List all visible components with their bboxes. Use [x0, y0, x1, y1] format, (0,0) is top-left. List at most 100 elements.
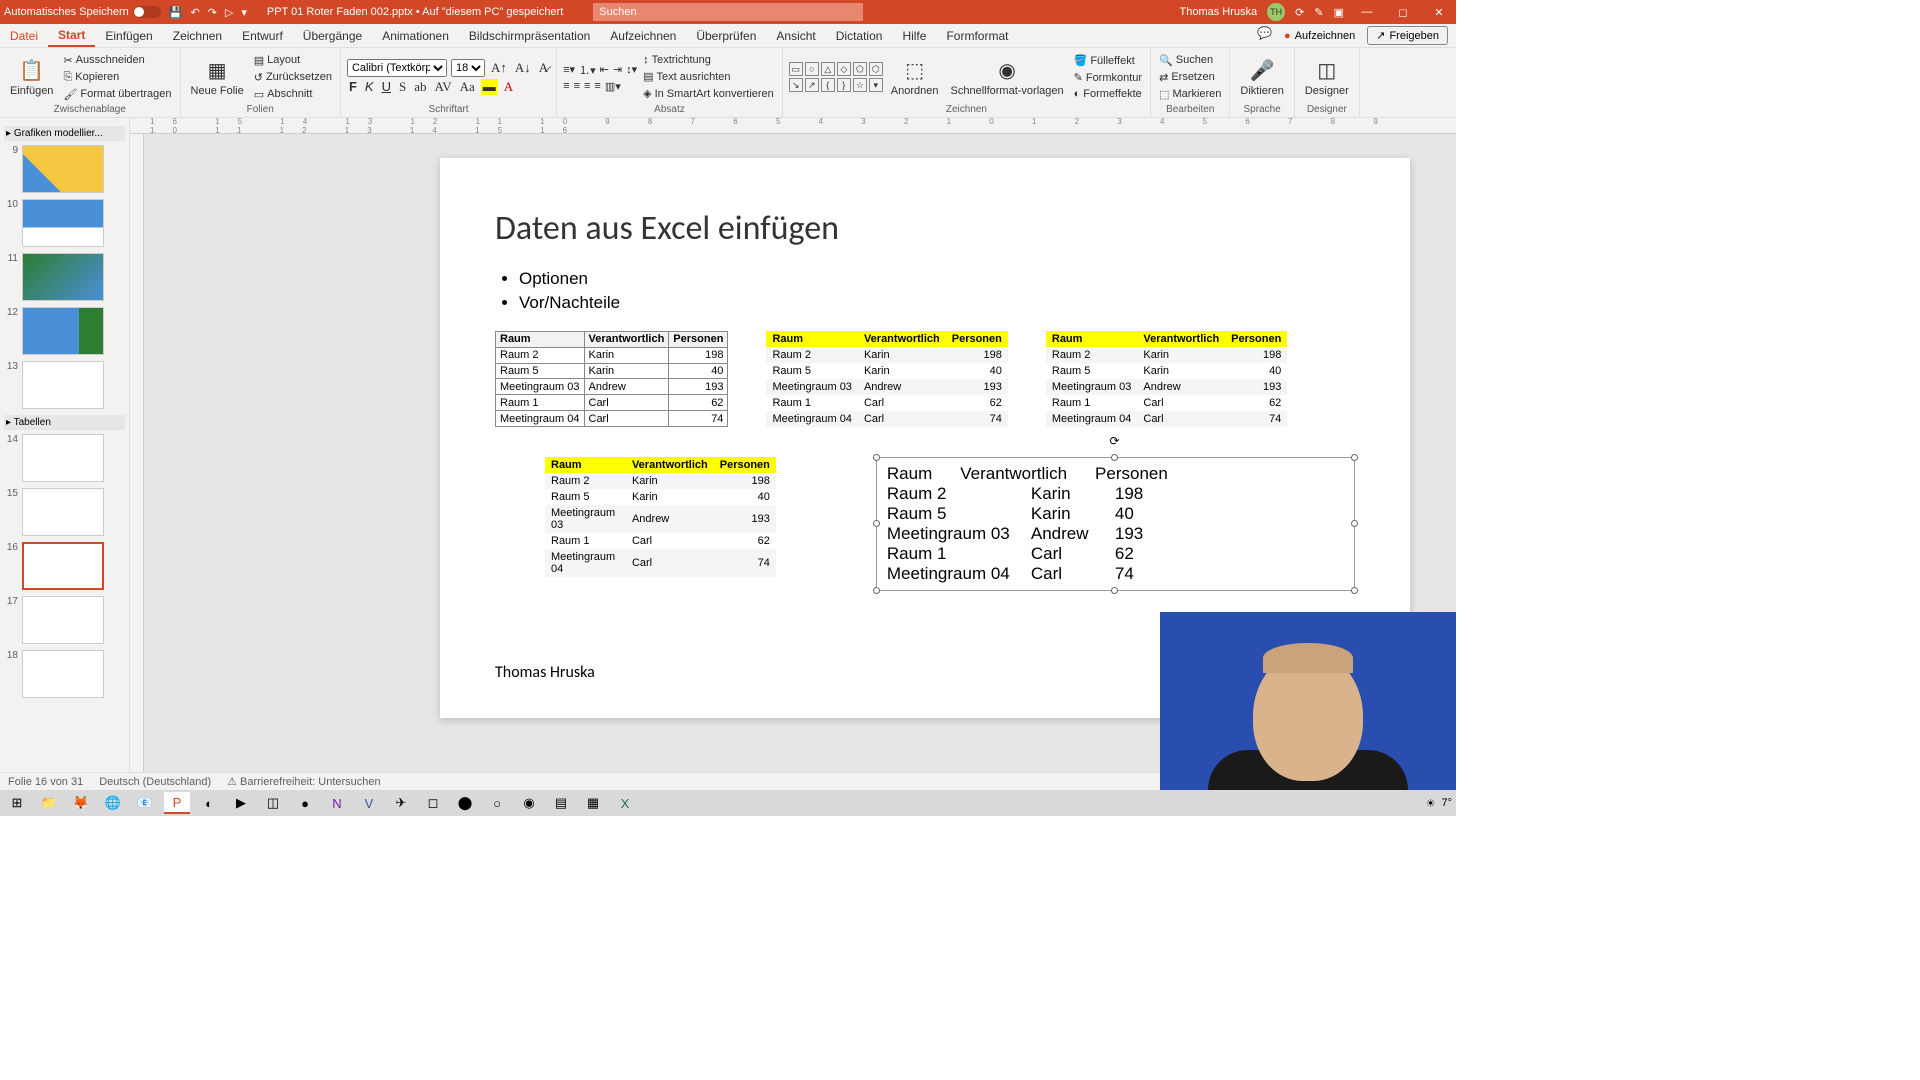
resize-handle[interactable] — [873, 454, 880, 461]
visio-icon[interactable]: V — [356, 792, 382, 814]
minimize-button[interactable]: — — [1354, 6, 1380, 18]
resize-handle[interactable] — [1111, 587, 1118, 594]
tab-formformat[interactable]: Formformat — [936, 24, 1018, 47]
thumb-18[interactable]: 18 — [4, 650, 125, 698]
shrink-font-icon[interactable]: A↓ — [513, 60, 533, 76]
thumb-17[interactable]: 17 — [4, 596, 125, 644]
slide-title[interactable]: Daten aus Excel einfügen — [495, 208, 1355, 249]
tab-zeichnen[interactable]: Zeichnen — [163, 24, 232, 47]
thumb-11[interactable]: 11 — [4, 253, 125, 301]
text-align-button[interactable]: ▤ Text ausrichten — [641, 69, 776, 84]
accessibility-status[interactable]: ⚠ Barrierefreiheit: Untersuchen — [227, 775, 381, 788]
search-input[interactable] — [593, 3, 863, 21]
table-1[interactable]: RaumVerantwortlichPersonenRaum 2Karin198… — [495, 331, 728, 427]
app-icon-6[interactable]: ◉ — [516, 792, 542, 814]
copy-button[interactable]: ⎘ Kopieren — [61, 70, 173, 85]
share-button[interactable]: ↗ Freigeben — [1367, 26, 1448, 45]
slide-footer[interactable]: Thomas Hruska — [495, 663, 595, 682]
start-button[interactable]: ⊞ — [4, 792, 30, 814]
undo-icon[interactable]: ↶ — [190, 6, 199, 19]
thumb-15[interactable]: 15 — [4, 488, 125, 536]
tab-animationen[interactable]: Animationen — [372, 24, 459, 47]
strike-button[interactable]: ab — [412, 79, 428, 95]
italic-button[interactable]: K — [363, 79, 376, 95]
weather-icon[interactable]: ☀ — [1426, 797, 1436, 810]
slideshow-icon[interactable]: ▷ — [225, 6, 233, 19]
window-icon[interactable]: ▣ — [1334, 6, 1344, 19]
slide-thumbnails[interactable]: ▸ Grafiken modellier... 9 10 11 12 13 ▸ … — [0, 118, 130, 772]
tab-ansicht[interactable]: Ansicht — [766, 24, 825, 47]
record-button[interactable]: Aufzeichnen — [1276, 26, 1363, 45]
app-icon-3[interactable]: ● — [292, 792, 318, 814]
underline-button[interactable]: U — [380, 79, 393, 95]
draw-icon[interactable]: ✎ — [1314, 6, 1323, 19]
align-left-icon[interactable]: ≡ — [563, 80, 569, 92]
thumb-14[interactable]: 14 — [4, 434, 125, 482]
resize-handle[interactable] — [1351, 587, 1358, 594]
new-slide-button[interactable]: ▦Neue Folie — [187, 56, 248, 99]
selected-text-box[interactable]: ⟳ RaumVerantwortlichPersonenRaum 2Karin1… — [876, 457, 1355, 591]
tab-bildschirm[interactable]: Bildschirmpräsentation — [459, 24, 600, 47]
maximize-button[interactable]: ◻ — [1390, 6, 1416, 19]
table-3[interactable]: RaumVerantwortlichPersonenRaum 2Karin198… — [1046, 331, 1287, 427]
telegram-icon[interactable]: ✈ — [388, 792, 414, 814]
fill-button[interactable]: 🪣 Fülleffekt — [1072, 53, 1144, 68]
find-button[interactable]: 🔍 Suchen — [1157, 53, 1223, 68]
vlc-icon[interactable]: ▶ — [228, 792, 254, 814]
resize-handle[interactable] — [1351, 520, 1358, 527]
rotate-handle-icon[interactable]: ⟳ — [1109, 434, 1119, 448]
bold-button[interactable]: F — [347, 79, 359, 95]
font-size-select[interactable]: 18 — [451, 59, 485, 77]
autosave-toggle[interactable]: Automatisches Speichern — [4, 6, 161, 18]
user-avatar[interactable]: TH — [1267, 3, 1285, 21]
cut-button[interactable]: ✂ Ausschneiden — [61, 53, 173, 68]
outlook-icon[interactable]: 📧 — [132, 792, 158, 814]
section-button[interactable]: ▭ Abschnitt — [252, 87, 334, 102]
highlight-button[interactable]: ▬ — [481, 79, 498, 95]
language-status[interactable]: Deutsch (Deutschland) — [99, 776, 211, 788]
paste-button[interactable]: 📋Einfügen — [6, 56, 57, 99]
excel-icon[interactable]: X — [612, 792, 638, 814]
slide-bullets[interactable]: Optionen Vor/Nachteile — [495, 269, 1355, 313]
toggle-switch[interactable] — [133, 6, 161, 18]
columns-icon[interactable]: ▥▾ — [605, 80, 621, 93]
tab-datei[interactable]: Datei — [0, 24, 48, 47]
thumb-13[interactable]: 13 — [4, 361, 125, 409]
text-direction-button[interactable]: ↕ Textrichtung — [641, 53, 776, 67]
chrome-icon[interactable]: 🌐 — [100, 792, 126, 814]
slide-counter[interactable]: Folie 16 von 31 — [8, 776, 83, 788]
table-4[interactable]: RaumVerantwortlichPersonenRaum 2Karin198… — [545, 457, 776, 577]
select-button[interactable]: ⬚ Markieren — [1157, 87, 1223, 102]
reset-button[interactable]: ↺ Zurücksetzen — [252, 70, 334, 85]
align-center-icon[interactable]: ≡ — [574, 80, 580, 92]
outline-button[interactable]: ✎ Formkontur — [1072, 70, 1144, 85]
thumb-12[interactable]: 12 — [4, 307, 125, 355]
weather-temp[interactable]: 7° — [1441, 797, 1452, 809]
align-right-icon[interactable]: ≡ — [584, 80, 590, 92]
thumb-9[interactable]: 9 — [4, 145, 125, 193]
app-icon[interactable]: ◐ — [196, 792, 222, 814]
save-icon[interactable]: 💾 — [169, 6, 183, 19]
font-name-select[interactable]: Calibri (Textkörper) — [347, 59, 447, 77]
effects-button[interactable]: ◐ Formeffekte — [1072, 87, 1144, 101]
section-header[interactable]: ▸ Grafiken modellier... — [4, 126, 125, 141]
app-icon-2[interactable]: ◫ — [260, 792, 286, 814]
dictate-button[interactable]: 🎤Diktieren — [1236, 56, 1287, 99]
format-painter-button[interactable]: 🖌 Format übertragen — [61, 87, 173, 102]
tab-dictation[interactable]: Dictation — [826, 24, 893, 47]
tab-entwurf[interactable]: Entwurf — [232, 24, 293, 47]
grow-font-icon[interactable]: A↑ — [489, 60, 509, 76]
indent-dec-icon[interactable]: ⇤ — [600, 63, 609, 76]
user-name[interactable]: Thomas Hruska — [1180, 6, 1258, 18]
line-spacing-icon[interactable]: ↕▾ — [626, 63, 637, 76]
indent-inc-icon[interactable]: ⇥ — [613, 63, 622, 76]
align-justify-icon[interactable]: ≡ — [594, 80, 600, 92]
resize-handle[interactable] — [1111, 454, 1118, 461]
designer-button[interactable]: ◫Designer — [1301, 56, 1353, 99]
shapes-gallery[interactable]: ▭○△◇⬠⬡ ↘↗{}☆▾ — [789, 62, 883, 92]
app-icon-5[interactable]: ○ — [484, 792, 510, 814]
replace-button[interactable]: ⇄ Ersetzen — [1157, 70, 1223, 85]
clear-format-icon[interactable]: A̷ — [537, 60, 550, 76]
numbering-icon[interactable]: ⒈▾ — [579, 62, 596, 78]
resize-handle[interactable] — [873, 587, 880, 594]
